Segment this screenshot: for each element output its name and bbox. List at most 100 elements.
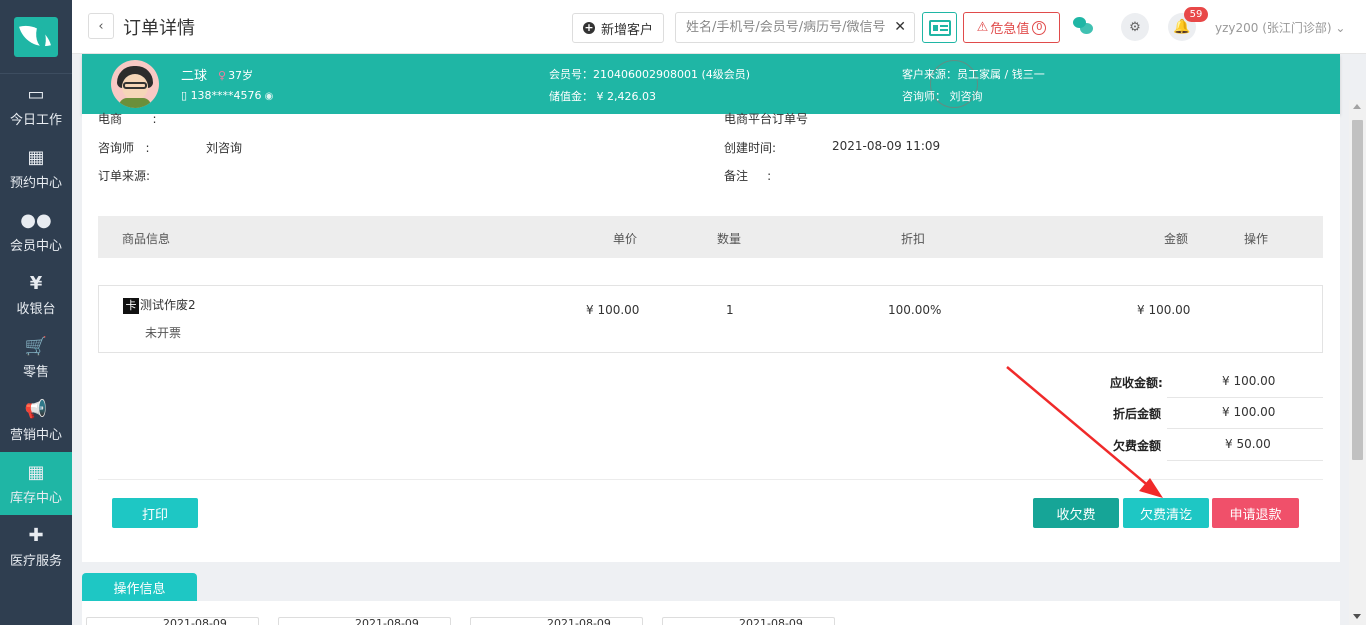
top-header: ‹ 订单详情 + 新增客户 ✕ ⚠ 危急值 0 ⚙ 🔔 59 yzy200 (张… <box>72 0 1366 54</box>
scroll-thumb[interactable] <box>1352 120 1363 460</box>
sidebar-item-2[interactable]: ▦ 预约中心 <box>0 137 72 200</box>
sidebar-item-1[interactable]: ▭ 今日工作 <box>0 74 72 137</box>
female-icon: ♀ <box>218 69 227 82</box>
laptop-icon: ▭ <box>27 83 45 105</box>
col-qty: 数量 <box>717 232 742 246</box>
col-action: 操作 <box>1244 232 1269 246</box>
scroll-down-arrow-icon[interactable] <box>1353 614 1361 619</box>
receivable-label: 应收金额: <box>1110 376 1163 390</box>
table-row: 卡测试作废2 未开票 ¥ 100.00 1 100.00% ¥ 100.00 <box>98 285 1323 353</box>
alert-icon: ⚠ <box>976 20 989 35</box>
tab-operation-info[interactable]: 操作信息 <box>82 573 197 601</box>
patient-phone: ▯ 138****4576 ◉ <box>181 89 274 102</box>
note-label: 备注 : <box>724 169 772 183</box>
group-settings-icon[interactable]: ⚙ <box>1121 13 1149 41</box>
sidebar: ▭ 今日工作 ▦ 预约中心 ●● 会员中心 ¥ 收银台 🛒 零售 📢 营销中心 ▦ 库存中心 ✚ 医疗服务 <box>0 0 72 625</box>
order-detail-card: 电商 : 电商平台订单号 咨询师 : 刘咨询 创建时间: 2021-08-09 … <box>82 112 1340 562</box>
operation-entry: 2021-08-09 11:09 <box>470 617 643 625</box>
quantity: 1 <box>726 303 734 317</box>
ecom-label: 电商 : <box>98 112 157 126</box>
patient-name[interactable]: 二球 <box>181 65 207 84</box>
leaf-logo-icon <box>14 16 58 57</box>
sidebar-item-5[interactable]: 🛒 零售 <box>0 326 72 389</box>
grid-icon: ▦ <box>27 461 45 483</box>
notification-badge: 59 <box>1184 7 1208 22</box>
vertical-scrollbar[interactable] <box>1349 100 1366 625</box>
ecom-order-label: 电商平台订单号 <box>724 112 809 126</box>
critical-count: 0 <box>1032 20 1047 35</box>
summary-divider <box>1167 460 1323 461</box>
table-header: 商品信息 单价 数量 折扣 金额 操作 <box>98 216 1323 258</box>
scroll-up-arrow-icon[interactable] <box>1353 104 1361 109</box>
operation-entry: 2021-08-09 11:09 <box>278 617 451 625</box>
page-title: 订单详情 <box>123 18 195 39</box>
col-product: 商品信息 <box>122 232 171 246</box>
avatar[interactable] <box>111 60 159 108</box>
consultant: 咨询师： 刘咨询 <box>902 90 983 103</box>
critical-label: 危急值 <box>990 22 1030 37</box>
footer-divider <box>98 479 1323 480</box>
request-refund-button[interactable]: 申请退款 <box>1212 498 1299 528</box>
add-customer-label: 新增客户 <box>600 22 653 38</box>
user-menu[interactable]: yzy200 (张江门诊部) ⌄ <box>1215 19 1345 36</box>
id-card-reader-button[interactable] <box>922 12 957 43</box>
stored-balance: 储值金： ¥ 2,426.03 <box>549 90 656 103</box>
col-discount: 折扣 <box>901 232 926 246</box>
created-label: 创建时间: <box>724 141 777 155</box>
patient-age: ♀ 37岁 <box>218 69 254 82</box>
sidebar-item-label: 收银台 <box>16 302 56 317</box>
clear-icon[interactable]: ✕ <box>894 19 906 35</box>
search-input[interactable] <box>686 20 886 35</box>
col-amount: 金额 <box>1164 232 1189 246</box>
sidebar-item-3[interactable]: ●● 会员中心 <box>0 200 72 263</box>
order-source-label: 订单来源: <box>98 169 151 183</box>
unit-price: ¥ 100.00 <box>586 303 640 317</box>
owed-value: ¥ 50.00 <box>1225 437 1271 451</box>
medkit-icon: ✚ <box>28 524 44 546</box>
users-icon: ●● <box>20 209 52 231</box>
critical-value-button[interactable]: ⚠ 危急值 0 <box>963 12 1060 43</box>
calendar-icon: ▦ <box>27 146 45 168</box>
sidebar-item-8[interactable]: ✚ 医疗服务 <box>0 515 72 578</box>
card-tag: 卡 <box>123 298 139 314</box>
sidebar-item-6[interactable]: 📢 营销中心 <box>0 389 72 452</box>
app-logo[interactable] <box>0 0 72 74</box>
search-box: ✕ <box>675 12 915 43</box>
product-name: 卡测试作废2 <box>123 296 196 314</box>
owed-label: 欠费金额 <box>1113 439 1162 453</box>
yen-icon: ¥ <box>29 272 43 294</box>
wechat-icon[interactable] <box>1073 17 1093 35</box>
operation-entry: 2021-08-09 11:09 <box>662 617 835 625</box>
cart-icon: 🛒 <box>24 335 48 357</box>
consultant-value: 刘咨询 <box>206 141 243 155</box>
operation-panel: 2021-08-09 11:09 2021-08-09 11:09 2021-0… <box>82 601 1340 625</box>
clear-arrears-button[interactable]: 欠费清讫 <box>1123 498 1209 528</box>
patient-banner: 二球 ♀ 37岁 ▯ 138****4576 ◉ 会员号：2104060029080… <box>82 54 1340 114</box>
discounted-value: ¥ 100.00 <box>1222 405 1276 419</box>
back-button[interactable]: ‹ <box>88 13 114 39</box>
print-button[interactable]: 打印 <box>112 498 198 528</box>
phone-icon: ▯ <box>181 89 188 102</box>
summary-divider <box>1167 428 1323 429</box>
sidebar-item-label: 库存中心 <box>9 491 62 506</box>
discount: 100.00% <box>888 303 942 317</box>
member-number: 会员号：210406002908001 (4级会员) <box>549 68 751 81</box>
sidebar-item-7[interactable]: ▦ 库存中心 <box>0 452 72 515</box>
receivable-value: ¥ 100.00 <box>1222 374 1276 388</box>
sidebar-item-label: 会员中心 <box>9 239 62 254</box>
sidebar-item-label: 营销中心 <box>9 428 62 443</box>
chevron-left-icon: ‹ <box>98 18 104 34</box>
sidebar-item-label: 医疗服务 <box>9 554 62 569</box>
discounted-label: 折后金额 <box>1113 407 1162 421</box>
amount: ¥ 100.00 <box>1137 303 1191 317</box>
sidebar-item-4[interactable]: ¥ 收银台 <box>0 263 72 326</box>
col-price: 单价 <box>613 232 638 246</box>
collect-arrears-button[interactable]: 收欠费 <box>1033 498 1119 528</box>
created-value: 2021-08-09 11:09 <box>832 139 941 153</box>
add-customer-button[interactable]: + 新增客户 <box>572 13 664 43</box>
eye-icon[interactable]: ◉ <box>265 91 274 102</box>
id-card-icon <box>928 19 951 36</box>
operation-entry: 2021-08-09 11:09 <box>86 617 259 625</box>
sidebar-item-label: 预约中心 <box>9 176 62 191</box>
plus-circle-icon: + <box>582 21 595 34</box>
